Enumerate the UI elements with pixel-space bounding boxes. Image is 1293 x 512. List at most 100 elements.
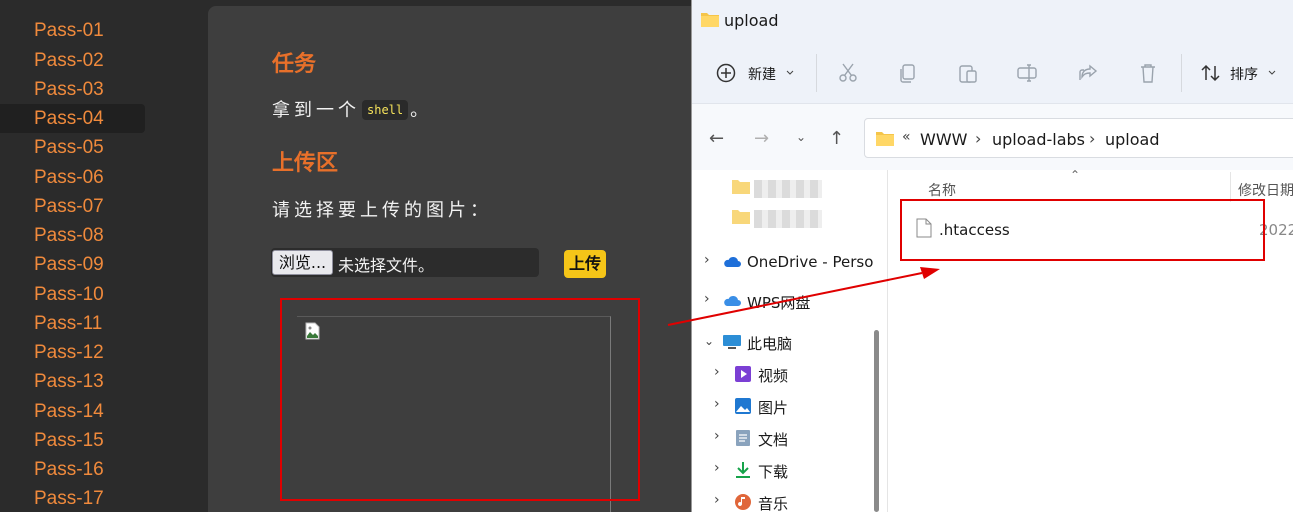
new-icon[interactable]	[716, 63, 736, 83]
sidebar-item-pass-16[interactable]: Pass-16	[0, 455, 145, 484]
title-bar: upload	[692, 0, 1293, 40]
sort-button[interactable]: 排序	[1230, 64, 1258, 84]
breadcrumb-separator: ›	[975, 129, 982, 148]
column-divider[interactable]	[1230, 172, 1231, 202]
folder-icon	[732, 180, 750, 194]
nav-item-wps[interactable]: › WPS网盘	[692, 286, 872, 316]
paste-icon[interactable]	[957, 62, 979, 84]
chevron-right-icon: ›	[714, 492, 720, 508]
nav-label: WPS网盘	[747, 294, 811, 312]
new-button[interactable]: 新建	[748, 64, 776, 84]
column-modified[interactable]: 修改日期	[1238, 180, 1293, 200]
redacted-item	[754, 180, 822, 198]
download-icon	[736, 462, 750, 478]
breadcrumb-overflow[interactable]: «	[902, 129, 911, 145]
nav-label: 视频	[758, 367, 789, 385]
video-icon	[735, 366, 751, 382]
task-heading: 任务	[272, 51, 317, 76]
folder-icon	[732, 210, 750, 224]
sort-icon[interactable]	[1200, 62, 1222, 84]
document-icon	[736, 430, 750, 446]
cloud-icon	[724, 256, 741, 267]
nav-label: 下载	[758, 463, 789, 481]
no-file-text: 未选择文件。	[338, 256, 435, 275]
nav-item-music[interactable]: › 音乐	[692, 487, 872, 512]
nav-item-videos[interactable]: › 视频	[692, 359, 872, 389]
sidebar-item-pass-05[interactable]: Pass-05	[0, 133, 145, 162]
copy-icon[interactable]	[897, 62, 919, 84]
music-icon	[735, 494, 751, 510]
address-bar[interactable]: « WWW › upload-labs › upload	[864, 118, 1293, 158]
nav-label: 音乐	[758, 495, 789, 512]
chevron-down-icon	[786, 70, 794, 75]
annotation-box-preview	[280, 298, 640, 501]
nav-item-pictures[interactable]: › 图片	[692, 391, 872, 421]
sort-caret-icon: ⌃	[1070, 168, 1081, 182]
nav-item-documents[interactable]: › 文档	[692, 423, 872, 453]
nav-item-this-pc[interactable]: ⌄ 此电脑	[692, 327, 872, 357]
cloud-icon	[724, 295, 741, 306]
annotation-box-file	[900, 199, 1265, 261]
nav-label: 此电脑	[747, 335, 793, 353]
browse-button[interactable]: 浏览...	[272, 250, 333, 275]
upload-button[interactable]: 上传	[564, 250, 606, 278]
sidebar-item-pass-13[interactable]: Pass-13	[0, 367, 145, 396]
task-description: 拿到一个 shell。	[272, 96, 432, 122]
chevron-right-icon: ›	[714, 396, 720, 412]
chevron-down-icon	[1268, 70, 1276, 75]
share-icon[interactable]	[1077, 62, 1099, 84]
main-content: 任务 拿到一个 shell。 上传区 请选择要上传的图片： 浏览... 未选择文件…	[208, 6, 692, 512]
task-text: 拿到一个	[272, 100, 360, 120]
toolbar-divider	[1181, 54, 1182, 92]
toolbar-divider	[816, 54, 817, 92]
nav-scrollbar[interactable]	[874, 330, 879, 512]
sidebar-item-pass-12[interactable]: Pass-12	[0, 338, 145, 367]
redacted-item	[754, 210, 822, 228]
picture-icon	[735, 398, 751, 414]
sidebar-item-pass-07[interactable]: Pass-07	[0, 192, 145, 221]
window-title: upload	[724, 11, 779, 30]
rename-icon[interactable]	[1016, 62, 1038, 84]
sidebar-item-pass-15[interactable]: Pass-15	[0, 426, 145, 455]
chevron-right-icon: ›	[714, 428, 720, 444]
sidebar-item-pass-09[interactable]: Pass-09	[0, 250, 145, 279]
chevron-down-icon: ⌄	[704, 334, 715, 348]
sidebar-item-pass-03[interactable]: Pass-03	[0, 75, 145, 104]
up-arrow-icon[interactable]: ↑	[829, 128, 844, 149]
task-text-end: 。	[410, 100, 433, 120]
upload-prompt: 请选择要上传的图片：	[272, 200, 492, 220]
shell-code: shell	[362, 100, 409, 120]
recent-chevron-icon[interactable]: ⌄	[796, 130, 806, 144]
column-name[interactable]: 名称	[928, 180, 956, 200]
breadcrumb-upload[interactable]: upload	[1105, 130, 1160, 149]
command-bar: 新建 排序	[692, 40, 1293, 104]
sidebar-item-pass-11[interactable]: Pass-11	[0, 309, 145, 338]
file-input[interactable]: 浏览... 未选择文件。	[271, 248, 539, 277]
address-row: ← → ⌄ ↑ « WWW › upload-labs › upload	[692, 104, 1293, 170]
sidebar-item-pass-14[interactable]: Pass-14	[0, 397, 145, 426]
nav-label: 图片	[758, 399, 789, 417]
sidebar-item-pass-08[interactable]: Pass-08	[0, 221, 145, 250]
upload-heading: 上传区	[272, 150, 339, 175]
chevron-right-icon: ›	[714, 364, 720, 380]
sidebar-item-pass-01[interactable]: Pass-01	[0, 16, 145, 45]
delete-icon[interactable]	[1137, 62, 1159, 84]
navigation-pane: › OneDrive - Perso › WPS网盘 ⌄ 此电脑 › 视频 › …	[692, 170, 884, 512]
sidebar-item-pass-04[interactable]: Pass-04	[0, 104, 145, 133]
cut-icon[interactable]	[837, 62, 859, 84]
chevron-right-icon: ›	[704, 252, 710, 268]
back-arrow-icon[interactable]: ←	[709, 128, 724, 149]
breadcrumb-upload-labs[interactable]: upload-labs	[992, 130, 1085, 149]
chevron-right-icon: ›	[714, 460, 720, 476]
sidebar-item-pass-17[interactable]: Pass-17	[0, 484, 145, 512]
nav-label: 文档	[758, 431, 789, 449]
nav-item-onedrive[interactable]: › OneDrive - Perso	[692, 247, 873, 277]
folder-icon	[876, 132, 894, 146]
breadcrumb-www[interactable]: WWW	[920, 130, 967, 149]
sidebar-nav: Pass-01 Pass-02 Pass-03 Pass-04 Pass-05 …	[0, 0, 208, 512]
sidebar-item-pass-10[interactable]: Pass-10	[0, 280, 145, 309]
nav-item-downloads[interactable]: › 下载	[692, 455, 872, 485]
forward-arrow-icon[interactable]: →	[754, 128, 769, 149]
sidebar-item-pass-06[interactable]: Pass-06	[0, 163, 145, 192]
sidebar-item-pass-02[interactable]: Pass-02	[0, 46, 145, 75]
